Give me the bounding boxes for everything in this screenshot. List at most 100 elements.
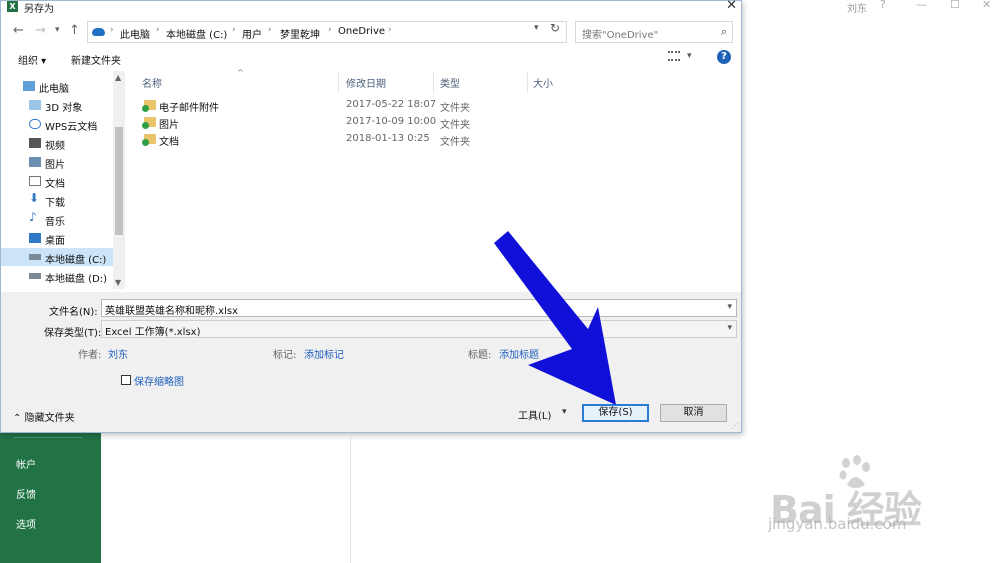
organize-menu[interactable]: 组织 ▾	[18, 52, 46, 67]
forward-arrow-icon[interactable]: →	[35, 23, 46, 38]
nav-item-documents[interactable]: 文档	[1, 172, 113, 190]
address-bar[interactable]: › 此电脑 › 本地磁盘 (C:) › 用户 › 梦里乾坤 › OneDrive…	[87, 21, 567, 43]
nav-item-label: 视频	[45, 141, 65, 152]
sync-check-icon	[142, 105, 149, 112]
help-icon[interactable]: ?	[717, 50, 731, 64]
new-folder-button[interactable]: 新建文件夹	[71, 52, 121, 67]
nav-item-wps-cloud[interactable]: WPS云文档	[1, 115, 113, 133]
nav-item-label: 音乐	[45, 217, 65, 228]
nav-item-label: 此电脑	[39, 84, 69, 95]
help-icon[interactable]: ?	[880, 0, 886, 11]
refresh-icon[interactable]: ↻	[550, 21, 560, 35]
cloud-icon	[29, 119, 41, 129]
nav-item-label: 本地磁盘 (C:)	[45, 255, 107, 266]
table-row[interactable]: 电子邮件附件 2017-05-22 18:07 文件夹	[127, 97, 527, 114]
sync-check-icon	[142, 122, 149, 129]
minimize-icon[interactable]: —	[916, 0, 927, 11]
backstage-divider	[350, 437, 351, 563]
back-arrow-icon[interactable]: ←	[13, 23, 24, 38]
view-dropdown-icon[interactable]: ▾	[687, 51, 692, 61]
nav-item-label: 桌面	[45, 236, 65, 247]
search-placeholder: 搜索"OneDrive"	[582, 30, 659, 41]
breadcrumb-separator-icon[interactable]: ›	[232, 25, 236, 35]
filetype-label: 保存类型(T):	[44, 328, 102, 339]
table-row[interactable]: 文档 2018-01-13 0:25 文件夹	[127, 131, 527, 148]
breadcrumb-separator-icon[interactable]: ›	[328, 25, 332, 35]
navigation-scrollbar[interactable]: ▲ ▼	[113, 71, 125, 289]
address-row: ← → ▾ ↑ › 此电脑 › 本地磁盘 (C:) › 用户 › 梦里乾坤 › …	[1, 19, 741, 45]
resize-grip-icon[interactable]: ⋰	[731, 421, 739, 430]
scroll-up-icon[interactable]: ▲	[115, 73, 121, 82]
nav-item-pictures[interactable]: 图片	[1, 153, 113, 171]
column-header-name[interactable]: 名称	[142, 75, 162, 90]
annotation-arrow	[494, 231, 616, 405]
table-row[interactable]: 图片 2017-10-09 10:00 文件夹	[127, 114, 527, 131]
scrollbar-thumb[interactable]	[115, 127, 123, 235]
save-thumbnail-checkbox[interactable]	[121, 375, 131, 385]
breadcrumb-separator-icon[interactable]: ›	[110, 25, 114, 35]
scroll-down-icon[interactable]: ▼	[115, 278, 121, 287]
nav-item-label: 下载	[45, 198, 65, 209]
arrow-shape	[494, 231, 616, 405]
view-options-icon[interactable]	[668, 51, 680, 61]
maximize-icon[interactable]: ☐	[950, 0, 960, 11]
breadcrumb-drive-c[interactable]: 本地磁盘 (C:)	[166, 26, 227, 41]
author-field[interactable]: 刘东	[108, 346, 128, 361]
column-separator[interactable]	[433, 71, 434, 93]
breadcrumb-this-pc[interactable]: 此电脑	[120, 26, 150, 41]
onedrive-cloud-icon	[92, 28, 105, 36]
nav-item-music[interactable]: ♪ 音乐	[1, 210, 113, 228]
search-icon[interactable]: ⌕	[721, 25, 727, 39]
address-dropdown-icon[interactable]: ▾	[534, 23, 539, 33]
filename-field[interactable]: 英雄联盟英雄名称和昵称.xlsx ▾	[101, 299, 737, 317]
nav-item-label: 本地磁盘 (D:)	[45, 274, 108, 285]
dialog-title: 另存为	[24, 4, 54, 15]
tags-field[interactable]: 添加标记	[304, 346, 344, 361]
breadcrumb-user-folder[interactable]: 梦里乾坤	[280, 26, 320, 41]
nav-item-drive-c[interactable]: 本地磁盘 (C:)	[1, 248, 113, 266]
breadcrumb-separator-icon[interactable]: ›	[268, 25, 272, 35]
side-nav-account[interactable]: 帐户	[16, 456, 36, 471]
cancel-button[interactable]: 取消	[660, 404, 727, 422]
nav-item-3d-objects[interactable]: 3D 对象	[1, 96, 113, 114]
breadcrumb-separator-icon[interactable]: ›	[388, 25, 392, 35]
user-name[interactable]: 刘东	[847, 0, 867, 15]
author-label: 作者:	[78, 350, 102, 361]
breadcrumb-onedrive[interactable]: OneDrive	[338, 26, 385, 37]
up-arrow-icon[interactable]: ↑	[69, 23, 80, 38]
search-input[interactable]: 搜索"OneDrive" ⌕	[575, 21, 733, 43]
recent-chevron-icon[interactable]: ▾	[55, 25, 60, 35]
video-icon	[29, 138, 41, 148]
file-type: 文件夹	[440, 103, 470, 114]
column-header-type[interactable]: 类型	[440, 75, 460, 90]
breadcrumb-separator-icon[interactable]: ›	[156, 25, 160, 35]
file-type: 文件夹	[440, 120, 470, 131]
column-header-size[interactable]: 大小	[533, 75, 553, 90]
navigation-pane: 此电脑 3D 对象 WPS云文档 视频 图片 文档 ⬇ 下载 ♪ 音乐 桌面 本…	[1, 71, 125, 289]
side-nav-feedback[interactable]: 反馈	[16, 486, 36, 501]
hide-folders-toggle[interactable]: ⌃ 隐藏文件夹	[13, 409, 75, 424]
desktop-icon	[29, 233, 41, 243]
column-header-date[interactable]: 修改日期	[346, 75, 386, 90]
filetype-select[interactable]: Excel 工作簿(*.xlsx) ▾	[101, 320, 737, 338]
nav-item-desktop[interactable]: 桌面	[1, 229, 113, 247]
tags-label: 标记:	[273, 350, 297, 361]
breadcrumb-users[interactable]: 用户	[242, 26, 262, 41]
close-icon[interactable]: ✕	[982, 0, 991, 11]
dialog-close-icon[interactable]: ✕	[726, 0, 737, 13]
nav-item-label: 3D 对象	[45, 103, 83, 114]
nav-item-drive-d[interactable]: 本地磁盘 (D:)	[1, 267, 113, 285]
filetype-value: Excel 工作簿(*.xlsx)	[105, 327, 201, 338]
nav-item-downloads[interactable]: ⬇ 下载	[1, 191, 113, 209]
file-date: 2018-01-13 0:25	[346, 133, 430, 144]
chevron-down-icon[interactable]: ▾	[727, 302, 732, 312]
column-separator[interactable]	[338, 71, 339, 93]
chevron-down-icon[interactable]: ▾	[727, 323, 732, 333]
save-thumbnail-label[interactable]: 保存缩略图	[134, 373, 184, 388]
nav-item-videos[interactable]: 视频	[1, 134, 113, 152]
side-nav-options[interactable]: 选项	[16, 516, 36, 531]
music-icon: ♪	[29, 210, 37, 224]
nav-item-this-pc[interactable]: 此电脑	[1, 77, 113, 95]
file-type: 文件夹	[440, 137, 470, 148]
column-separator[interactable]	[527, 71, 528, 93]
